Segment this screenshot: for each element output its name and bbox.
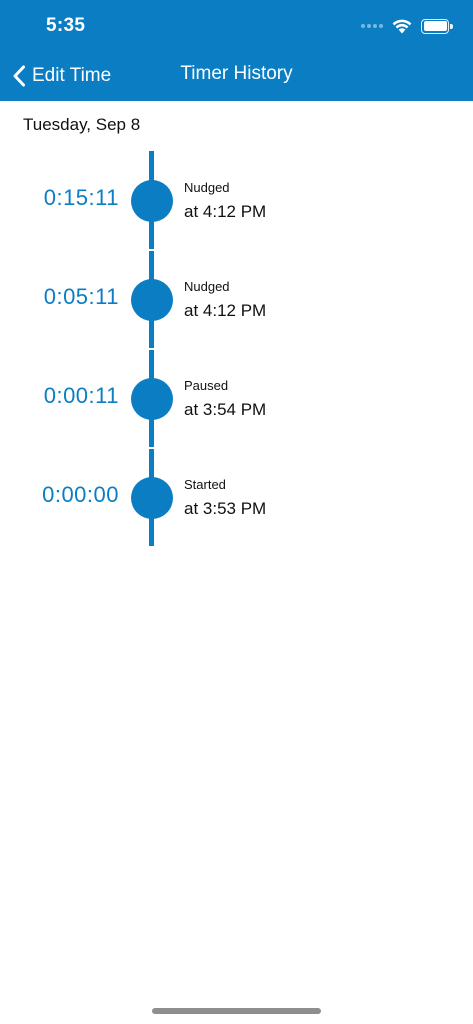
event-time: at 3:53 PM [184, 499, 267, 518]
timeline-dot [131, 279, 173, 321]
timeline-entry: 0:15:11 Nudged at 4:12 PM [0, 151, 473, 250]
event-label: Started [184, 477, 226, 492]
wifi-icon [392, 19, 412, 33]
event-time: at 4:12 PM [184, 202, 267, 221]
home-indicator[interactable] [152, 1008, 321, 1014]
timeline-entry: 0:00:00 Started at 3:53 PM [0, 448, 473, 547]
timeline-dot [131, 378, 173, 420]
elapsed-time: 0:00:11 [43, 383, 119, 408]
navigation-header: 5:35 Edit Time Timer History [0, 0, 473, 101]
event-label: Nudged [184, 180, 230, 195]
signal-icon [361, 24, 383, 28]
date-section-header: Tuesday, Sep 8 [23, 115, 141, 134]
elapsed-time: 0:15:11 [43, 185, 119, 210]
timeline-entry: 0:05:11 Nudged at 4:12 PM [0, 250, 473, 349]
timer-history-screen: 5:35 Edit Time Timer History Tuesday, Se… [0, 0, 473, 1024]
battery-icon [421, 18, 453, 34]
timeline-dot [131, 180, 173, 222]
timeline-entry: 0:00:11 Paused at 3:54 PM [0, 349, 473, 448]
elapsed-time: 0:00:00 [42, 482, 119, 507]
event-label: Nudged [184, 279, 230, 294]
event-time: at 3:54 PM [184, 400, 267, 419]
page-title: Timer History [180, 63, 293, 84]
status-icons [361, 16, 453, 36]
event-time: at 4:12 PM [184, 301, 267, 320]
elapsed-time: 0:05:11 [43, 284, 119, 309]
status-time: 5:35 [46, 15, 86, 36]
event-label: Paused [184, 378, 229, 393]
timeline-dot [131, 477, 173, 519]
